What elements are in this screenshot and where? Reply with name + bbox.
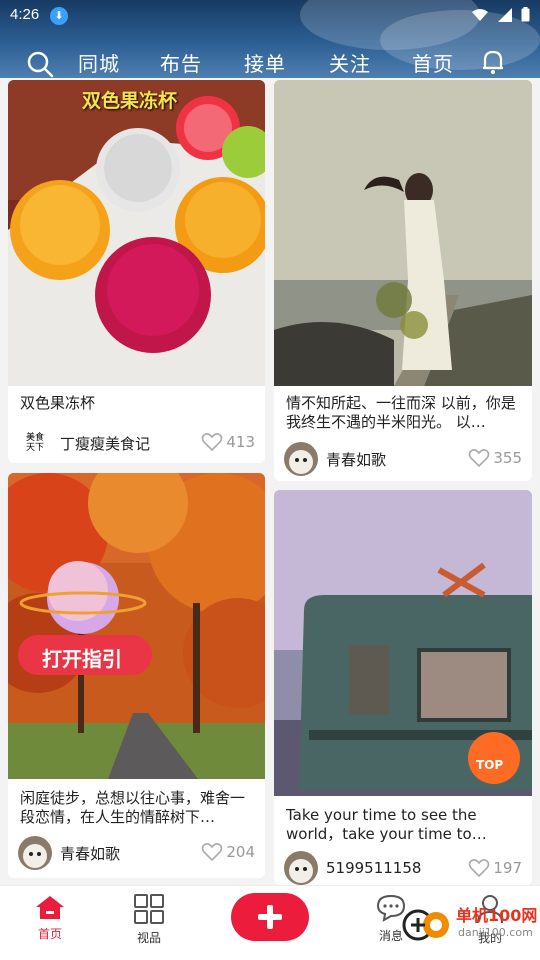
like-count[interactable]: 413 [201,432,255,452]
top-nav: 同城 布告 接单 关注 首页 [0,42,540,78]
card-title: 情不知所起、一往而深 以前，你是我终生不遇的半米阳光。 以… [286,394,516,431]
author-name: 青春如歌 [326,450,387,469]
home-icon [36,896,64,919]
cellular-signal-icon [498,7,512,22]
site-watermark: 单机100网 danji100.com [400,892,540,954]
battery-icon [521,7,530,22]
card-author[interactable]: 青春如歌 [18,836,120,870]
like-count[interactable]: 204 [201,842,255,862]
avatar [18,836,52,870]
status-icons [471,7,530,22]
watermark-url: danji100.com [458,926,533,939]
heart-icon [202,843,223,862]
tab-jiedan[interactable]: 接单 [244,48,286,77]
plus-icon [258,905,282,929]
grid-icon [134,894,164,924]
bell-icon[interactable] [481,49,505,75]
bottom-nav-video[interactable]: 视品 [119,894,179,946]
feed-card[interactable]: 打开指引 闲庭徒步，总想以往心事，难舍一段恋情，在人生的情醉树下… 青春如歌 2… [8,473,265,878]
avatar [284,851,318,885]
status-time: 4:26 [10,6,40,23]
avatar: 美食 天下 [18,426,52,460]
tab-bugao[interactable]: 布告 [160,48,202,77]
card-image-woman-seaside[interactable] [274,80,532,386]
search-icon[interactable] [26,50,54,78]
like-number: 355 [493,449,522,467]
card-author[interactable]: 青春如歌 [284,442,386,476]
bottom-nav-label: 首页 [37,927,62,941]
feed-card[interactable]: 双色果冻杯 双色果冻杯 美食 天下 丁瘦瘦美食记 413 [8,80,265,463]
download-icon: ⬇ [50,7,68,25]
heart-icon [469,449,490,468]
scroll-to-top-button[interactable]: TOP [476,758,503,772]
like-number: 204 [226,843,255,861]
like-number: 413 [226,433,255,451]
tab-home[interactable]: 首页 [412,48,454,77]
like-count[interactable]: 197 [468,858,522,878]
bottom-nav-label: 视品 [136,931,161,945]
card-title: 双色果冻杯 [20,394,96,412]
card-title: 闲庭徒步，总想以往心事，难舍一段恋情，在人生的情醉树下… [20,789,246,826]
heart-icon [469,859,490,878]
heart-icon [202,433,223,452]
card-author[interactable]: 美食 天下 丁瘦瘦美食记 [18,426,150,460]
watermark-logo-icon [402,909,449,941]
card-image-tram-seaside[interactable] [274,490,532,796]
publish-plus-button[interactable] [231,893,309,941]
watermark-title: 单机100网 [456,906,538,925]
feed-card[interactable]: TOP Take your time to see the world，take… [274,490,532,885]
avatar [284,442,318,476]
like-count[interactable]: 355 [468,448,522,468]
card-title: Take your time to see the world，take you… [286,806,487,843]
bottom-nav-home[interactable]: 首页 [20,894,80,942]
tab-guanzhu[interactable]: 关注 [329,48,371,77]
image-overlay-caption: 双色果冻杯 [82,90,178,112]
like-number: 197 [493,859,522,877]
author-name: 丁瘦瘦美食记 [60,434,151,453]
card-image-autumn-road[interactable] [8,473,265,779]
card-author[interactable]: 5199511158 [284,851,421,885]
author-name: 5199511158 [326,859,422,877]
wifi-icon [472,8,488,21]
author-name: 青春如歌 [60,844,121,863]
card-image-jelly-cups[interactable] [8,80,265,386]
guide-button[interactable]: 打开指引 [42,643,122,672]
tab-tongcheng[interactable]: 同城 [78,48,120,77]
status-bar: 4:26 ⬇ [0,0,540,32]
top-header: 4:26 ⬇ 同城 布告 接单 关注 首页 [0,0,540,78]
feed-card[interactable]: 情不知所起、一往而深 以前，你是我终生不遇的半米阳光。 以… 青春如歌 355 [274,80,532,481]
